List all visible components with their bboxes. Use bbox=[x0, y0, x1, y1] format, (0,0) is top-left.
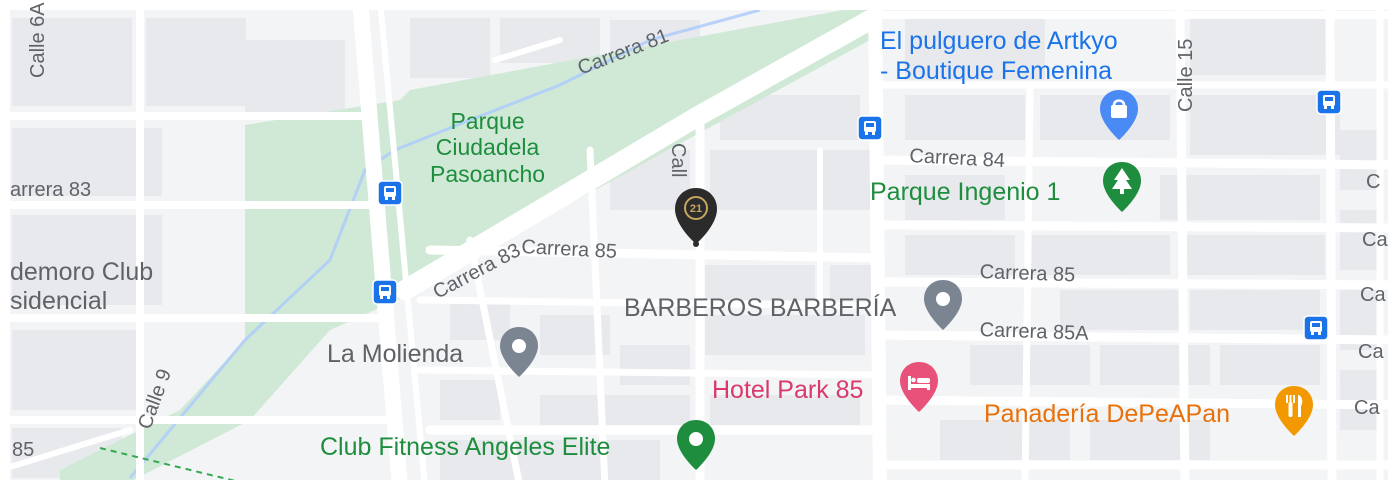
street-label-edge-ca-1: Ca bbox=[1362, 229, 1388, 251]
street-label-carrera-85-left: 85 bbox=[12, 439, 35, 461]
bus-stop-icon[interactable] bbox=[857, 115, 883, 141]
bus-stop-icon[interactable] bbox=[377, 180, 403, 206]
shopping-bag-icon[interactable] bbox=[1097, 88, 1141, 142]
place-label-hotel-park[interactable]: Hotel Park 85 bbox=[712, 378, 863, 403]
place-label-residential[interactable]: demoro Club sidencial bbox=[10, 258, 153, 316]
place-label-el-pulguero[interactable]: El pulguero de Artkyo - Boutique Femenin… bbox=[880, 26, 1118, 86]
street-label-edge-c: C bbox=[1366, 171, 1381, 193]
place-label-parque-ingenio[interactable]: Parque Ingenio 1 bbox=[870, 180, 1060, 205]
place-label-club-fitness[interactable]: Club Fitness Angeles Elite bbox=[320, 435, 610, 460]
street-label-carrera-83-left: arrera 83 bbox=[10, 179, 92, 201]
street-label-calle-6a: Calle 6A bbox=[27, 2, 49, 78]
street-label-calle-15: Calle 15 bbox=[1175, 38, 1197, 112]
street-label-edge-ca-2: Ca bbox=[1360, 284, 1386, 306]
bus-stop-icon[interactable] bbox=[1303, 315, 1329, 341]
map-canvas[interactable]: Calle 6A Carrera 81 Calle 15 arrera 83 C… bbox=[0, 0, 1398, 487]
street-label-calle-mid: Call bbox=[667, 143, 689, 178]
place-pin-icon[interactable] bbox=[497, 325, 541, 379]
street-label-carrera-85a: Carrera 85A bbox=[979, 319, 1089, 345]
fork-knife-icon[interactable] bbox=[1272, 384, 1316, 438]
place-label-barberos[interactable]: BARBEROS BARBERÍA bbox=[624, 296, 896, 321]
dumbbell-icon[interactable] bbox=[674, 418, 718, 472]
place-label-panaderia[interactable]: Panadería DePeAPan bbox=[984, 402, 1230, 427]
street-label-edge-ca-4: Ca bbox=[1354, 397, 1380, 419]
bed-icon[interactable] bbox=[897, 360, 941, 414]
century21-pin-icon[interactable]: 21 bbox=[672, 186, 720, 248]
street-label-edge-ca-3: Ca bbox=[1358, 341, 1384, 363]
street-label-carrera-84: Carrera 84 bbox=[908, 145, 1006, 172]
century21-label: 21 bbox=[690, 203, 702, 215]
place-pin-icon[interactable] bbox=[921, 278, 965, 332]
bus-stop-icon[interactable] bbox=[1316, 89, 1342, 115]
street-label-carrera-85-right: Carrera 85 bbox=[979, 261, 1076, 287]
tree-icon[interactable] bbox=[1100, 160, 1144, 214]
street-label-carrera-85-mid: Carrera 85 bbox=[520, 236, 618, 263]
park-label-ciudadela-pasoancho[interactable]: Parque Ciudadela Pasoancho bbox=[430, 108, 545, 187]
place-label-la-molienda[interactable]: La Molienda bbox=[327, 342, 463, 367]
bus-stop-icon[interactable] bbox=[372, 279, 398, 305]
